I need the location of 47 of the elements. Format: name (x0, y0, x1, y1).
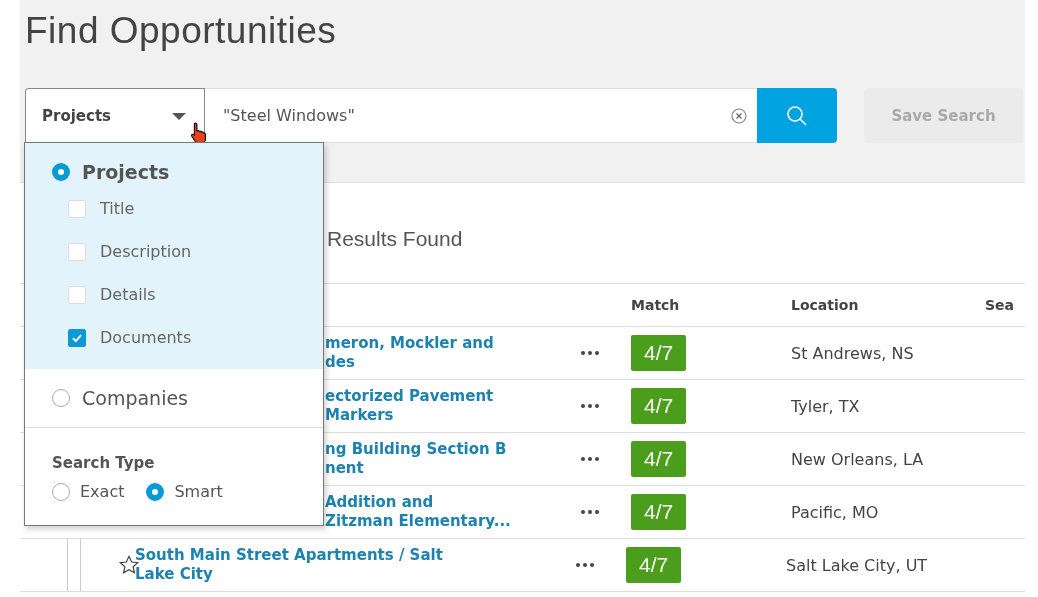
project-title-link[interactable]: ectorized Pavement Markers (325, 387, 580, 425)
field-option[interactable]: Description (68, 230, 323, 273)
match-score: 4/7 (631, 441, 687, 477)
location-text: St Andrews, NS (791, 343, 915, 363)
more-icon[interactable] (575, 562, 595, 568)
column-header[interactable]: Sea (985, 297, 1025, 313)
clear-icon[interactable] (731, 107, 747, 124)
column-divider (67, 539, 81, 591)
project-title-link[interactable]: Addition and Zitzman Elementary... (325, 493, 580, 531)
search-field[interactable]: "Steel Windows" (205, 88, 757, 143)
project-title-link[interactable]: South Main Street Apartments / Salt Lake City (135, 546, 575, 584)
location-text: Salt Lake City, UT (786, 555, 929, 575)
search-type-option[interactable]: Exact (52, 482, 125, 501)
field-option[interactable]: Title (68, 187, 323, 230)
radio-button[interactable] (146, 482, 165, 501)
location-text: Tyler, TX (791, 396, 861, 416)
results-count: Results Found (327, 227, 463, 250)
match-score: 4/7 (626, 547, 682, 583)
location-text: New Orleans, LA (791, 449, 925, 469)
more-icon[interactable] (580, 509, 600, 515)
caret-icon (172, 112, 186, 120)
more-icon[interactable] (580, 350, 600, 356)
search-icon (785, 103, 809, 128)
hand-cursor-icon (190, 121, 207, 145)
match-score: 4/7 (631, 388, 687, 424)
scope-dropdown[interactable]: Projects (25, 88, 205, 143)
more-icon[interactable] (580, 456, 600, 462)
project-title-link[interactable]: meron, Mockler and des (325, 334, 580, 372)
scope-option[interactable]: Projects (52, 157, 323, 187)
scope-option[interactable]: Companies (52, 383, 323, 413)
more-icon[interactable] (580, 403, 600, 409)
radio-button[interactable] (52, 482, 70, 501)
location-text: Pacific, MO (791, 502, 880, 522)
radio-button[interactable] (52, 163, 70, 181)
match-score: 4/7 (631, 335, 687, 371)
section-label: Search Type (52, 454, 156, 472)
project-title-link[interactable]: ng Building Section B nent (325, 440, 580, 478)
column-header[interactable]: Location (791, 297, 985, 313)
field-option[interactable]: Details (68, 273, 323, 316)
radio-button[interactable] (52, 389, 70, 407)
checkbox[interactable] (68, 328, 86, 347)
search-button[interactable] (757, 88, 837, 143)
search-type-option[interactable]: Smart (146, 482, 223, 501)
column-header[interactable]: Match (631, 297, 791, 313)
field-option[interactable]: Documents (68, 316, 323, 359)
match-score: 4/7 (631, 494, 687, 530)
page-title: Find Opportunities (25, 10, 338, 53)
